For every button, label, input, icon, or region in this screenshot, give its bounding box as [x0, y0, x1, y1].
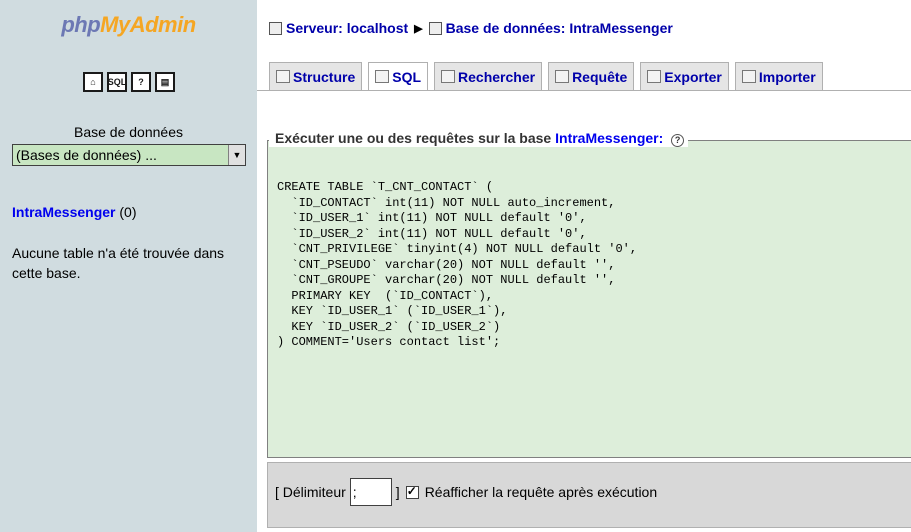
database-select[interactable]: (Bases de données) ... ▼ — [12, 144, 246, 166]
table-count: (0) — [119, 204, 137, 220]
database-label: Base de données — [74, 124, 183, 140]
home-icon[interactable]: ⌂ — [83, 72, 103, 92]
main-frame: Serveur: localhost ▶ Base de données: In… — [257, 0, 911, 532]
tab-structure[interactable]: Structure — [269, 62, 363, 90]
icon-toolbar: ⌂ SQL ? ▤ — [83, 72, 175, 94]
chevron-down-icon[interactable]: ▼ — [228, 145, 245, 165]
tab-search[interactable]: Rechercher — [434, 62, 543, 90]
import-icon — [741, 70, 756, 83]
tab-export[interactable]: Exporter — [640, 62, 729, 90]
phpmyadmin-logo[interactable]: phpMyAdmin — [0, 12, 257, 38]
delimiter-row: [ Délimiteur ] Réafficher la requête apr… — [275, 478, 657, 506]
breadcrumb: Serveur: localhost ▶ Base de données: In… — [269, 20, 673, 36]
query-window-icon[interactable]: ▤ — [155, 72, 175, 92]
sql-textarea[interactable]: CREATE TABLE `T_CNT_CONTACT` ( `ID_CONTA… — [277, 180, 911, 351]
tab-query[interactable]: Requête — [548, 62, 635, 90]
reshow-query-label[interactable]: Réafficher la requête après exécution — [425, 484, 657, 500]
breadcrumb-separator-icon: ▶ — [414, 22, 423, 35]
sql-icon[interactable]: SQL — [107, 72, 127, 92]
export-icon — [647, 70, 662, 83]
legend-database-link[interactable]: IntraMessenger: — [555, 130, 663, 146]
tab-sql[interactable]: SQL — [368, 62, 429, 90]
navigation-frame: phpMyAdmin ⌂ SQL ? ▤ Base de données (Ba… — [0, 0, 257, 532]
breadcrumb-database[interactable]: Base de données: IntraMessenger — [446, 20, 673, 36]
database-entry: IntraMessenger (0) — [12, 204, 137, 220]
help-icon[interactable]: ? — [131, 72, 151, 92]
sql-tab-icon — [375, 70, 390, 83]
tab-divider — [257, 90, 911, 91]
reshow-query-checkbox[interactable] — [405, 484, 419, 499]
database-link[interactable]: IntraMessenger — [12, 204, 115, 220]
tab-bar: Structure SQL Rechercher Requête Exporte… — [269, 62, 823, 90]
server-icon — [269, 21, 282, 35]
delimiter-close: ] — [395, 484, 400, 500]
database-icon — [428, 21, 442, 35]
tab-import[interactable]: Importer — [734, 62, 823, 90]
no-tables-message: Aucune table n'a été trouvée dans cette … — [12, 245, 225, 281]
delimiter-label: [ Délimiteur — [275, 484, 346, 500]
search-icon — [441, 70, 456, 83]
database-select-value: (Bases de données) ... — [16, 147, 157, 163]
sql-legend: Exécuter une ou des requêtes sur la base… — [269, 130, 689, 147]
delimiter-input[interactable] — [349, 478, 392, 506]
query-icon — [555, 70, 570, 83]
breadcrumb-server[interactable]: Serveur: localhost — [286, 20, 408, 36]
structure-icon — [276, 70, 290, 83]
help-icon[interactable]: ? — [671, 134, 685, 147]
